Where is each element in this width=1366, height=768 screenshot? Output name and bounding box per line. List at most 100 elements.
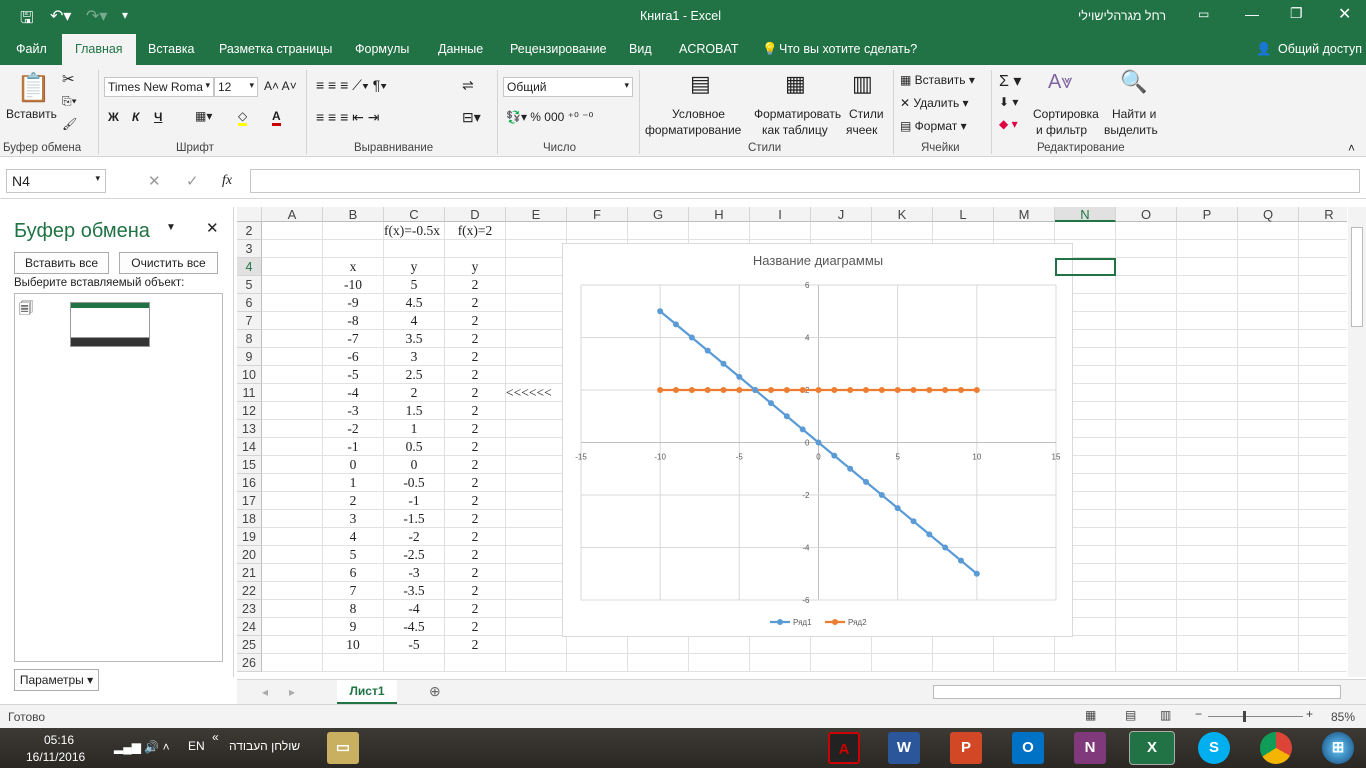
cell-R18[interactable]: [1299, 510, 1347, 528]
row-header[interactable]: 16: [237, 474, 262, 492]
cell-D6[interactable]: 2: [445, 294, 506, 312]
cell-Q8[interactable]: [1238, 330, 1299, 348]
cell-A3[interactable]: [262, 240, 323, 258]
font-size-select[interactable]: 12 ▾: [214, 77, 258, 97]
cell-P2[interactable]: [1177, 222, 1238, 240]
row-header[interactable]: 6: [237, 294, 262, 312]
cell-Q20[interactable]: [1238, 546, 1299, 564]
cell-A13[interactable]: [262, 420, 323, 438]
cell-Q3[interactable]: [1238, 240, 1299, 258]
cell-P16[interactable]: [1177, 474, 1238, 492]
cell-R9[interactable]: [1299, 348, 1347, 366]
cell-R7[interactable]: [1299, 312, 1347, 330]
cell-A14[interactable]: [262, 438, 323, 456]
cell-C20[interactable]: -2.5: [384, 546, 445, 564]
font-name-select[interactable]: Times New Roma ▾: [104, 77, 214, 97]
column-header-L[interactable]: L: [933, 207, 994, 222]
cell-N4[interactable]: [1055, 258, 1116, 276]
cell-R12[interactable]: [1299, 402, 1347, 420]
toolbar-expand-icon[interactable]: «: [212, 730, 219, 744]
underline-button[interactable]: Ч: [154, 110, 162, 124]
cell-P3[interactable]: [1177, 240, 1238, 258]
cell-E16[interactable]: [506, 474, 567, 492]
cell-Q2[interactable]: [1238, 222, 1299, 240]
cell-A18[interactable]: [262, 510, 323, 528]
cell-E21[interactable]: [506, 564, 567, 582]
cell-O16[interactable]: [1116, 474, 1177, 492]
cell-A22[interactable]: [262, 582, 323, 600]
cell-A17[interactable]: [262, 492, 323, 510]
cell-D18[interactable]: 2: [445, 510, 506, 528]
row-header[interactable]: 22: [237, 582, 262, 600]
row-header[interactable]: 4: [237, 258, 262, 276]
row-header[interactable]: 10: [237, 366, 262, 384]
cell-C3[interactable]: [384, 240, 445, 258]
cell-R23[interactable]: [1299, 600, 1347, 618]
row-header[interactable]: 18: [237, 510, 262, 528]
fill-icon[interactable]: ⬇ ▾: [999, 95, 1018, 109]
cell-D11[interactable]: 2: [445, 384, 506, 402]
cell-O10[interactable]: [1116, 366, 1177, 384]
cell-J26[interactable]: [811, 654, 872, 672]
cell-E11[interactable]: <<<<<<: [506, 384, 567, 402]
cell-R26[interactable]: [1299, 654, 1347, 672]
cell-J25[interactable]: [811, 636, 872, 654]
paste-button[interactable]: Вставить: [6, 107, 57, 121]
format-cells-button[interactable]: ▤ Формат ▾: [900, 119, 967, 133]
cell-B25[interactable]: 10: [323, 636, 384, 654]
cell-D13[interactable]: 2: [445, 420, 506, 438]
cell-Q18[interactable]: [1238, 510, 1299, 528]
cell-Q9[interactable]: [1238, 348, 1299, 366]
cell-D25[interactable]: 2: [445, 636, 506, 654]
row-header[interactable]: 15: [237, 456, 262, 474]
name-box[interactable]: N4 ▾: [6, 169, 106, 193]
acrobat-icon[interactable]: A: [828, 732, 860, 764]
zoom-slider[interactable]: [1208, 716, 1303, 717]
vertical-scrollbar[interactable]: [1348, 207, 1366, 677]
excel-icon[interactable]: X: [1129, 731, 1175, 765]
column-header-J[interactable]: J: [811, 207, 872, 222]
cell-E10[interactable]: [506, 366, 567, 384]
row-header[interactable]: 23: [237, 600, 262, 618]
column-header-E[interactable]: E: [506, 207, 567, 222]
cell-C22[interactable]: -3.5: [384, 582, 445, 600]
format-table-icon[interactable]: ▦: [785, 71, 806, 97]
cell-C24[interactable]: -4.5: [384, 618, 445, 636]
cell-P23[interactable]: [1177, 600, 1238, 618]
tray-icons[interactable]: ▂▄▆ 🔊 ˄: [114, 740, 170, 754]
cell-P14[interactable]: [1177, 438, 1238, 456]
cell-E25[interactable]: [506, 636, 567, 654]
wrap-text-icon[interactable]: ⇌: [462, 77, 474, 94]
cell-R10[interactable]: [1299, 366, 1347, 384]
cell-Q12[interactable]: [1238, 402, 1299, 420]
align-horizontal-icons[interactable]: ≡ ≡ ≡ ⇤ ⇥: [316, 109, 380, 126]
cell-O18[interactable]: [1116, 510, 1177, 528]
column-header-B[interactable]: B: [323, 207, 384, 222]
chrome-icon[interactable]: [1260, 732, 1292, 764]
vertical-scroll-thumb[interactable]: [1351, 227, 1363, 327]
cell-A7[interactable]: [262, 312, 323, 330]
cell-C4[interactable]: y: [384, 258, 445, 276]
onenote-icon[interactable]: N: [1074, 732, 1106, 764]
close-icon[interactable]: ✕: [1338, 4, 1351, 24]
cell-D10[interactable]: 2: [445, 366, 506, 384]
cell-G2[interactable]: [628, 222, 689, 240]
chart-title[interactable]: Название диаграммы: [753, 253, 883, 268]
cell-R2[interactable]: [1299, 222, 1347, 240]
cell-styles-label1[interactable]: Стили: [849, 107, 884, 121]
cell-Q15[interactable]: [1238, 456, 1299, 474]
cell-R15[interactable]: [1299, 456, 1347, 474]
cell-B3[interactable]: [323, 240, 384, 258]
cell-A2[interactable]: [262, 222, 323, 240]
row-header[interactable]: 24: [237, 618, 262, 636]
cell-B12[interactable]: -3: [323, 402, 384, 420]
cell-R22[interactable]: [1299, 582, 1347, 600]
close-pane-icon[interactable]: ✕: [206, 219, 219, 237]
cell-P25[interactable]: [1177, 636, 1238, 654]
column-header-D[interactable]: D: [445, 207, 506, 222]
cell-D20[interactable]: 2: [445, 546, 506, 564]
row-header[interactable]: 12: [237, 402, 262, 420]
cell-B13[interactable]: -2: [323, 420, 384, 438]
cell-C10[interactable]: 2.5: [384, 366, 445, 384]
cell-B20[interactable]: 5: [323, 546, 384, 564]
